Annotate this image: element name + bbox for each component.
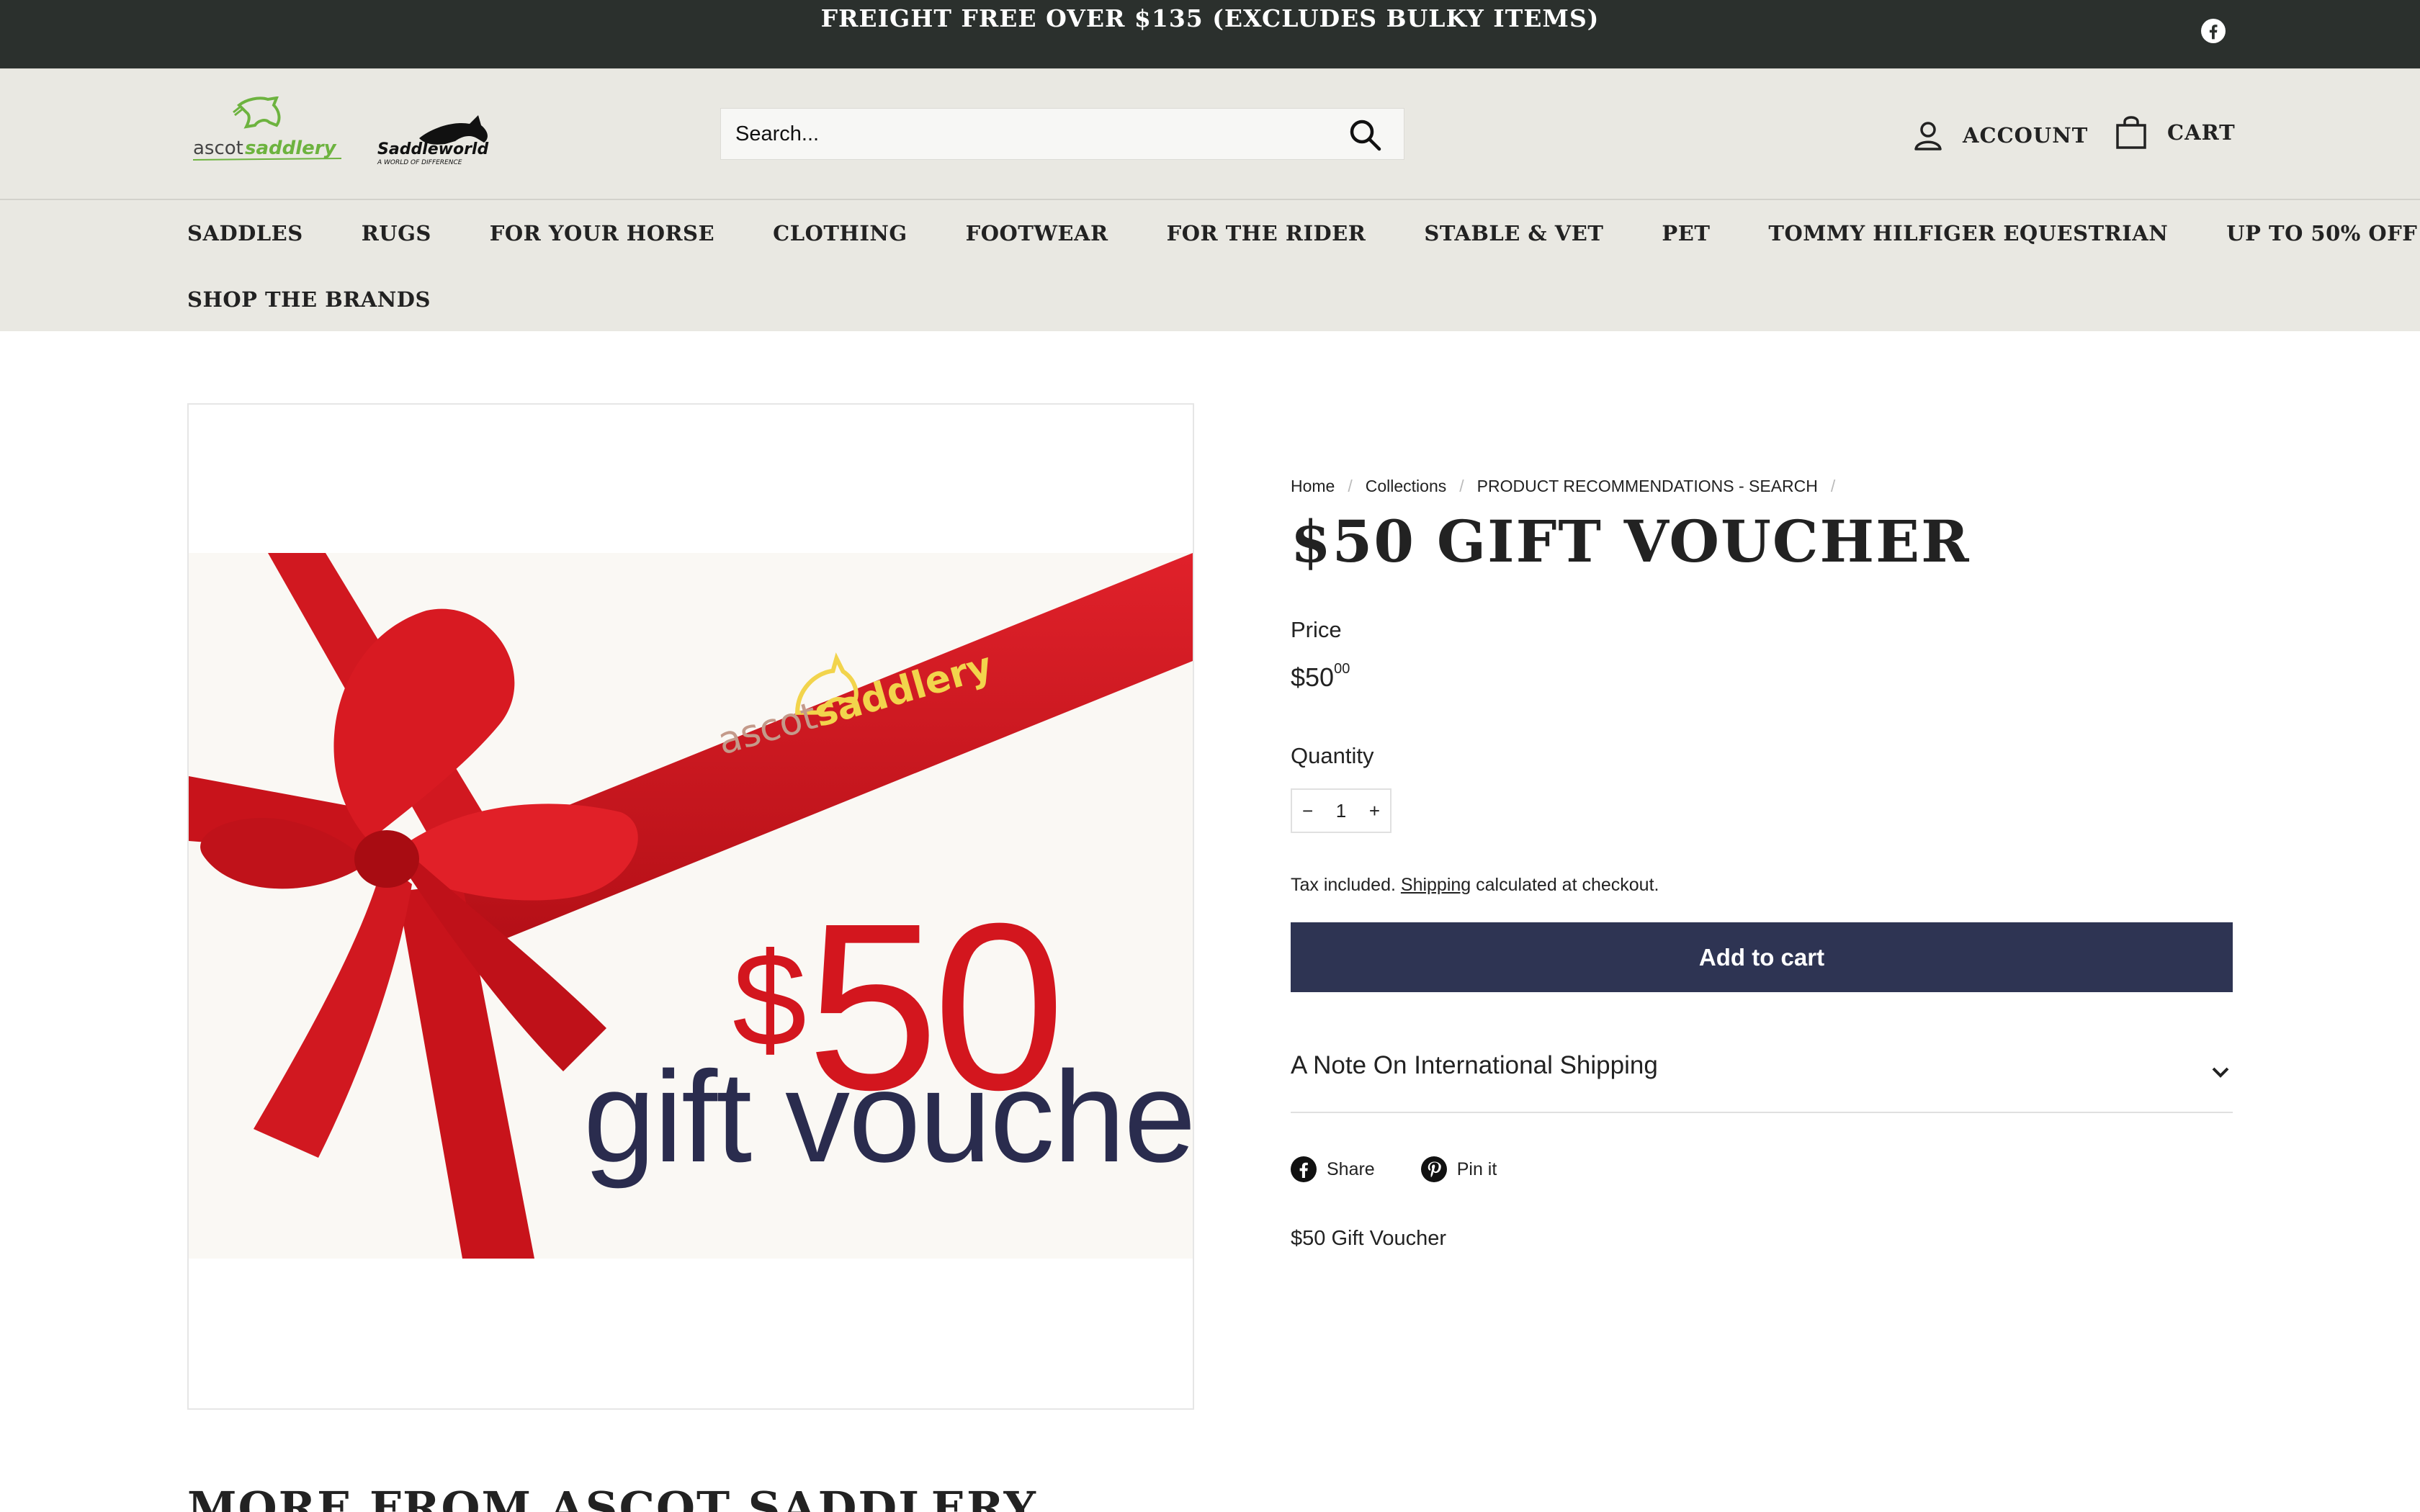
international-shipping-accordion[interactable]: A Note On International Shipping [1291, 1051, 2233, 1113]
nav-item-for-your-horse[interactable]: FOR YOUR HORSE [490, 221, 714, 246]
pin-it-button[interactable]: Pin it [1420, 1156, 1497, 1182]
pinterest-icon [1420, 1156, 1447, 1182]
nav-item-shop-the-brands[interactable]: SHOP THE BRANDS [187, 287, 431, 312]
svg-text:Saddleworld: Saddleworld [377, 140, 488, 158]
nav-item-footwear[interactable]: FOOTWEAR [966, 221, 1108, 246]
user-icon [1914, 122, 1942, 150]
nav-item-for-the-rider[interactable]: FOR THE RIDER [1167, 221, 1366, 246]
share-facebook-button[interactable]: Share [1291, 1156, 1375, 1182]
nav-row-2: SHOP THE BRANDS [187, 266, 2276, 333]
nav-item-tommy-hilfiger[interactable]: TOMMY HILFIGER EQUESTRIAN [1768, 221, 2168, 246]
voucher-caption: gift voucher [583, 1045, 1193, 1189]
nav-row-1: SADDLES RUGS FOR YOUR HORSE CLOTHING FOO… [187, 200, 2417, 266]
add-to-cart-button[interactable]: Add to cart [1291, 922, 2233, 992]
announcement-bar: FREIGHT FREE OVER $135 (EXCLUDES BULKY I… [0, 0, 2420, 68]
breadcrumb-separator: / [1459, 476, 1464, 495]
breadcrumb-home[interactable]: Home [1291, 477, 1335, 496]
product-gallery[interactable]: ascotsaddlery $50 gift voucher [187, 403, 1194, 1410]
nav-item-saddles[interactable]: SADDLES [187, 221, 303, 246]
facebook-icon[interactable] [2201, 19, 2226, 43]
main-navigation: SADDLES RUGS FOR YOUR HORSE CLOTHING FOO… [187, 200, 2417, 333]
facebook-icon [1291, 1156, 1317, 1182]
account-link[interactable]: ACCOUNT [1912, 114, 2088, 157]
gift-voucher-image: ascotsaddlery $50 gift voucher [189, 553, 1193, 1259]
quantity-value[interactable]: 1 [1336, 800, 1346, 822]
nav-item-clothing[interactable]: CLOTHING [773, 221, 908, 246]
quantity-label: Quantity [1291, 743, 1374, 768]
product-title: $50 GIFT VOUCHER [1291, 508, 1971, 575]
breadcrumb-current[interactable]: PRODUCT RECOMMENDATIONS - SEARCH [1477, 477, 1818, 496]
svg-text:ascot: ascot [193, 138, 243, 159]
social-share: Share Pin it [1291, 1156, 1543, 1182]
product-description: $50 Gift Voucher [1291, 1227, 1447, 1250]
accordion-title: A Note On International Shipping [1291, 1051, 1658, 1079]
breadcrumb-separator: / [1830, 476, 1836, 495]
quantity-stepper: − 1 + [1291, 788, 1392, 833]
breadcrumb: Home / Collections / PRODUCT RECOMMENDAT… [1291, 475, 2233, 497]
announcement-text: FREIGHT FREE OVER $135 (EXCLUDES BULKY I… [820, 4, 1600, 32]
more-from-heading: MORE FROM ASCOT SADDLERY [187, 1482, 1037, 1512]
nav-item-rugs[interactable]: RUGS [362, 221, 431, 246]
cart-label: CART [2167, 120, 2236, 145]
shopping-bag-icon [2116, 116, 2146, 149]
search-icon[interactable] [1348, 117, 1382, 152]
svg-text:A WORLD OF DIFFERENCE: A WORLD OF DIFFERENCE [377, 159, 462, 166]
pin-it-label: Pin it [1456, 1158, 1497, 1179]
quantity-minus-button[interactable]: − [1302, 800, 1313, 822]
product-price: $5000 [1291, 661, 1350, 692]
search-bar [720, 108, 1404, 160]
breadcrumb-collections[interactable]: Collections [1366, 477, 1447, 496]
search-input[interactable] [735, 109, 1326, 159]
svg-text:saddlery: saddlery [245, 138, 337, 159]
site-header: ascot saddlery Saddleworld A WORLD OF DI… [0, 68, 2420, 331]
share-label: Share [1327, 1158, 1375, 1179]
nav-item-stable-vet[interactable]: STABLE & VET [1424, 221, 1603, 246]
account-label: ACCOUNT [1963, 123, 2089, 148]
nav-item-sale[interactable]: UP TO 50% OFF [2226, 221, 2417, 246]
header-top-row: ascot saddlery Saddleworld A WORLD OF DI… [0, 69, 2420, 200]
ascot-saddlery-logo[interactable]: ascot saddlery [189, 96, 344, 163]
product-info: Home / Collections / PRODUCT RECOMMENDAT… [1291, 475, 2233, 1250]
breadcrumb-separator: / [1348, 476, 1353, 495]
price-label: Price [1291, 617, 1342, 642]
tax-note: Tax included. Shipping calculated at che… [1291, 875, 1659, 895]
cart-link[interactable]: CART [2114, 111, 2236, 154]
nav-item-pet[interactable]: PET [1662, 221, 1710, 246]
chevron-down-icon [2212, 1067, 2229, 1078]
quantity-plus-button[interactable]: + [1369, 800, 1380, 822]
saddleworld-logo[interactable]: Saddleworld A WORLD OF DIFFERENCE [376, 109, 491, 168]
shipping-link[interactable]: Shipping [1401, 875, 1471, 895]
